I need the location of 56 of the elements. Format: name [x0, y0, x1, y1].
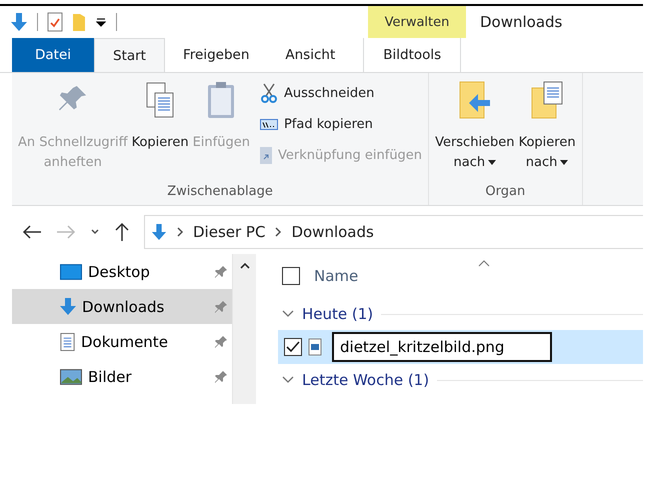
- pin-icon[interactable]: [214, 334, 228, 348]
- window-title: Downloads: [480, 13, 562, 31]
- chevron-right-icon: [274, 227, 282, 237]
- copy-icon: [146, 81, 174, 119]
- chevron-down-icon[interactable]: [90, 228, 100, 236]
- file-row[interactable]: dietzel_kritzelbild.png: [278, 330, 643, 364]
- path-icon: [260, 118, 278, 130]
- download-icon[interactable]: [10, 12, 28, 32]
- folder-arrow-icon: [458, 81, 491, 119]
- scissors-button[interactable]: Ausschneiden: [258, 79, 424, 107]
- select-all-checkbox[interactable]: [282, 267, 300, 285]
- group-header[interactable]: Heute (1): [302, 305, 374, 323]
- desktop-icon: [60, 264, 82, 280]
- sidebar-item[interactable]: Bilder: [12, 359, 232, 394]
- copyto-button[interactable]: Kopieren nach: [516, 79, 578, 184]
- sidebar-item[interactable]: Desktop: [12, 254, 232, 289]
- column-header[interactable]: Name: [314, 267, 358, 285]
- clipboard-icon: [207, 81, 236, 119]
- checklist-icon[interactable]: [47, 12, 63, 32]
- up-arrow-icon[interactable]: [114, 222, 130, 242]
- chevron-down-icon[interactable]: [282, 376, 294, 384]
- folder-copy-icon: [531, 81, 564, 119]
- address-bar[interactable]: Dieser PC Downloads: [144, 215, 643, 249]
- ribbon-tab[interactable]: Start: [94, 38, 165, 72]
- chevron-right-icon: [176, 227, 184, 237]
- scrollbar[interactable]: [232, 254, 256, 404]
- breadcrumb[interactable]: Downloads: [291, 223, 374, 241]
- back-icon[interactable]: [22, 224, 42, 240]
- breadcrumb[interactable]: Dieser PC: [193, 223, 266, 241]
- chevron-down-icon[interactable]: [282, 310, 294, 318]
- group-label: Zwischenablage: [166, 184, 274, 201]
- dropdown-icon[interactable]: [95, 16, 107, 28]
- sort-caret-icon: [478, 260, 490, 267]
- rename-field[interactable]: dietzel_kritzelbild.png: [332, 332, 552, 362]
- picture-icon: [60, 368, 82, 384]
- document-icon: [60, 332, 75, 350]
- file-tab[interactable]: Datei: [12, 38, 94, 72]
- group-label: Organ: [484, 184, 526, 201]
- move-button[interactable]: Verschieben nach: [433, 79, 517, 184]
- pin-icon[interactable]: [214, 300, 228, 314]
- download-icon: [60, 298, 76, 316]
- group-header[interactable]: Letzte Woche (1): [302, 371, 430, 389]
- pin-icon[interactable]: [214, 264, 228, 278]
- path-button[interactable]: Pfad kopieren: [258, 110, 424, 138]
- pin-icon[interactable]: [214, 370, 228, 384]
- sidebar-item[interactable]: Downloads: [12, 289, 232, 324]
- context-tab-header: Verwalten: [368, 6, 466, 38]
- sidebar-item[interactable]: Dokumente: [12, 324, 232, 359]
- scroll-up-icon[interactable]: [240, 262, 250, 270]
- copy-button[interactable]: Kopieren: [130, 79, 191, 184]
- download-icon: [151, 223, 167, 241]
- scissors-icon: [260, 83, 278, 103]
- checkbox[interactable]: [284, 338, 302, 356]
- ribbon-tab[interactable]: Bildtools: [363, 38, 462, 72]
- shortcut-icon: [260, 146, 272, 164]
- image-file-icon: [308, 338, 322, 356]
